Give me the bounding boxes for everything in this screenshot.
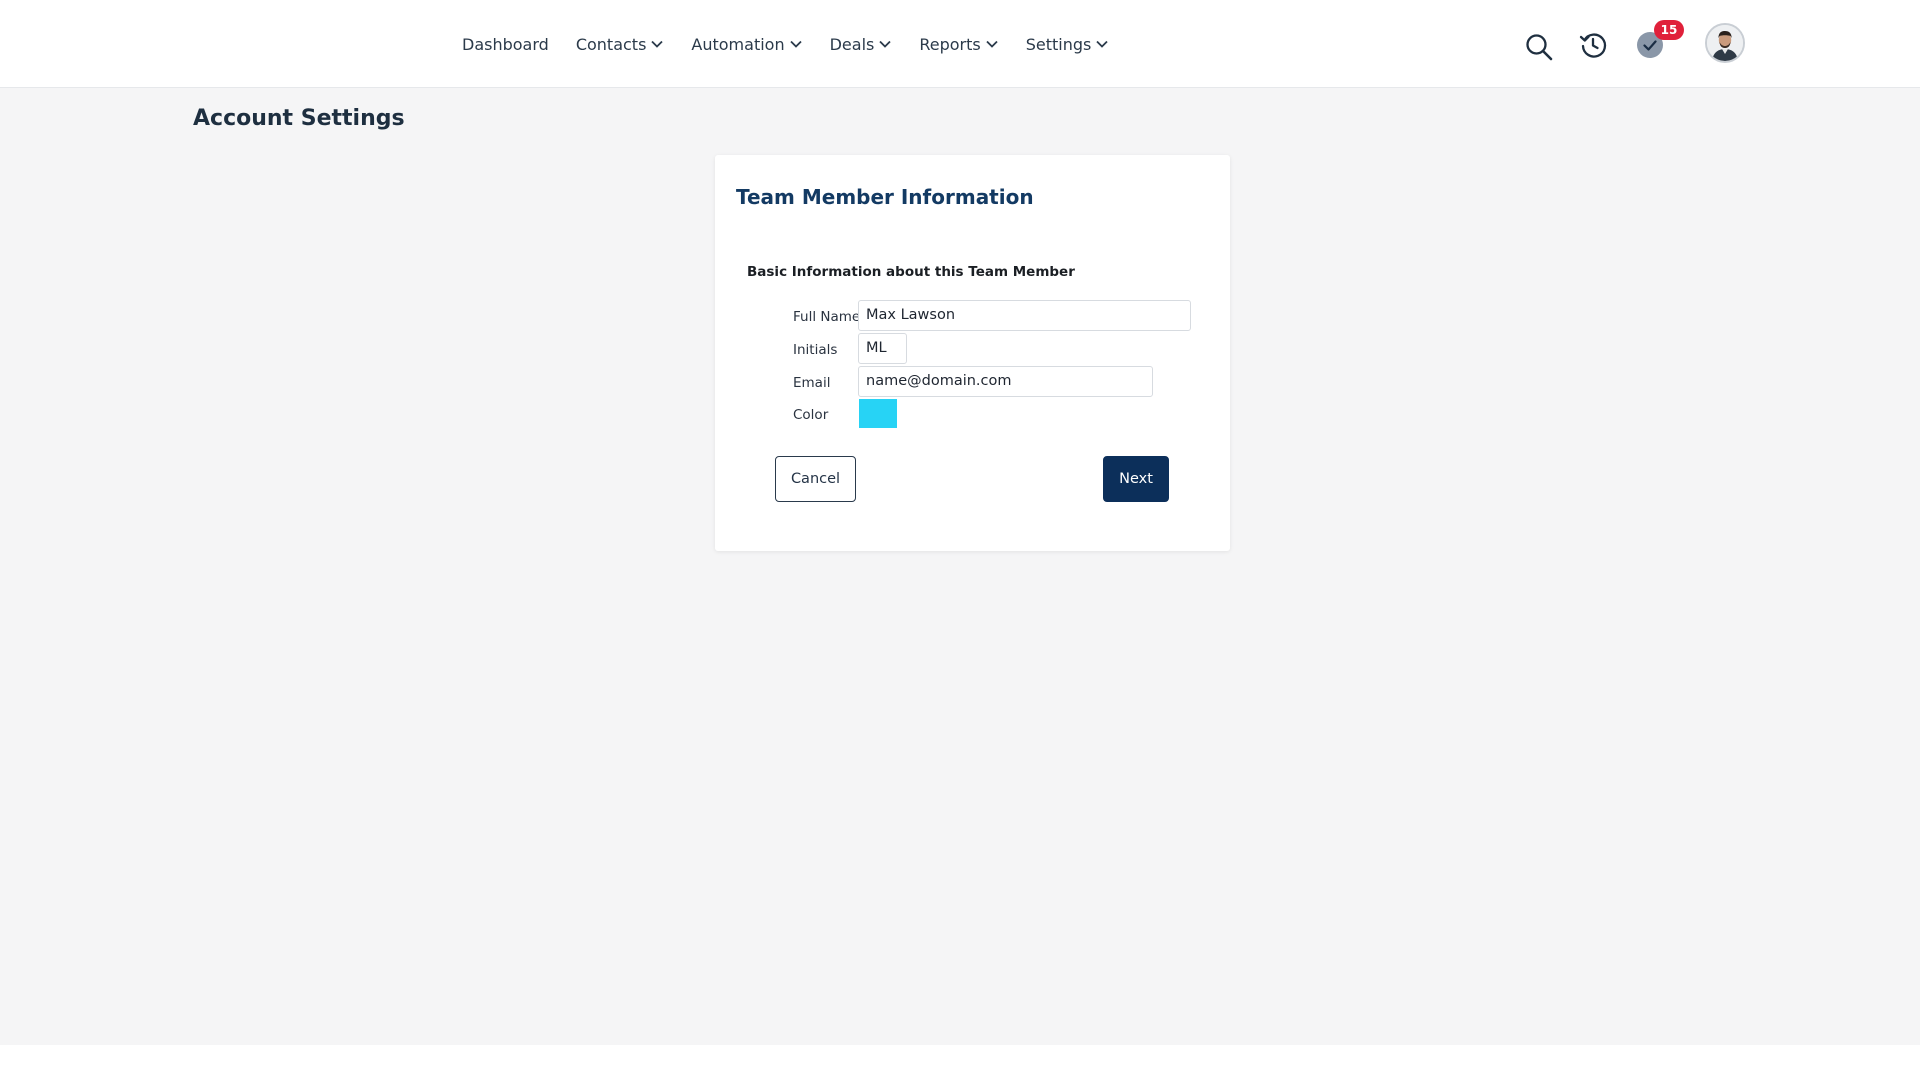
color-swatch[interactable] bbox=[859, 399, 897, 428]
team-member-card: Team Member Information Basic Informatio… bbox=[715, 155, 1230, 551]
header-actions: 15 bbox=[1500, 20, 1760, 70]
email-label: Email bbox=[793, 375, 831, 391]
full-name-input[interactable]: Max Lawson bbox=[858, 300, 1191, 331]
chevron-down-icon bbox=[651, 40, 664, 48]
next-button[interactable]: Next bbox=[1103, 456, 1169, 502]
nav-item-label: Automation bbox=[691, 34, 785, 54]
search-button[interactable] bbox=[1524, 32, 1554, 62]
card-title: Team Member Information bbox=[736, 185, 1034, 209]
user-photo-icon bbox=[1707, 25, 1743, 61]
cancel-button[interactable]: Cancel bbox=[775, 456, 856, 502]
nav-item-label: Reports bbox=[919, 34, 981, 54]
initials-input[interactable]: ML bbox=[858, 333, 907, 364]
color-label: Color bbox=[793, 407, 829, 423]
footer-strip bbox=[0, 1045, 1920, 1080]
full-name-label: Full Name bbox=[793, 309, 861, 325]
nav-item-label: Settings bbox=[1025, 34, 1092, 54]
nav-item-dashboard[interactable]: Dashboard bbox=[462, 35, 549, 54]
avatar[interactable] bbox=[1705, 23, 1745, 63]
page-title: Account Settings bbox=[193, 106, 405, 131]
tasks-count-badge: 15 bbox=[1654, 20, 1684, 40]
nav-item-settings[interactable]: Settings bbox=[1026, 35, 1110, 54]
chevron-down-icon bbox=[879, 40, 891, 48]
nav-item-contacts[interactable]: Contacts bbox=[576, 35, 665, 54]
history-button[interactable] bbox=[1578, 30, 1608, 60]
nav-item-reports[interactable]: Reports bbox=[919, 35, 998, 54]
chevron-down-icon bbox=[986, 40, 998, 48]
main-nav: Dashboard Contacts Automation Deals Repo… bbox=[462, 30, 1136, 58]
history-icon bbox=[1579, 33, 1607, 58]
initials-label: Initials bbox=[793, 342, 838, 358]
search-icon bbox=[1526, 34, 1553, 61]
top-navigation-bar: Dashboard Contacts Automation Deals Repo… bbox=[0, 0, 1920, 88]
nav-item-deals[interactable]: Deals bbox=[830, 35, 893, 54]
chevron-down-icon bbox=[789, 40, 802, 48]
section-title: Basic Information about this Team Member bbox=[747, 264, 1075, 280]
email-input[interactable]: name@domain.com bbox=[858, 366, 1153, 397]
nav-item-label: Dashboard bbox=[462, 34, 549, 54]
nav-item-automation[interactable]: Automation bbox=[691, 35, 802, 54]
nav-item-label: Contacts bbox=[575, 34, 647, 54]
chevron-down-icon bbox=[1096, 40, 1108, 48]
nav-item-label: Deals bbox=[829, 34, 875, 54]
